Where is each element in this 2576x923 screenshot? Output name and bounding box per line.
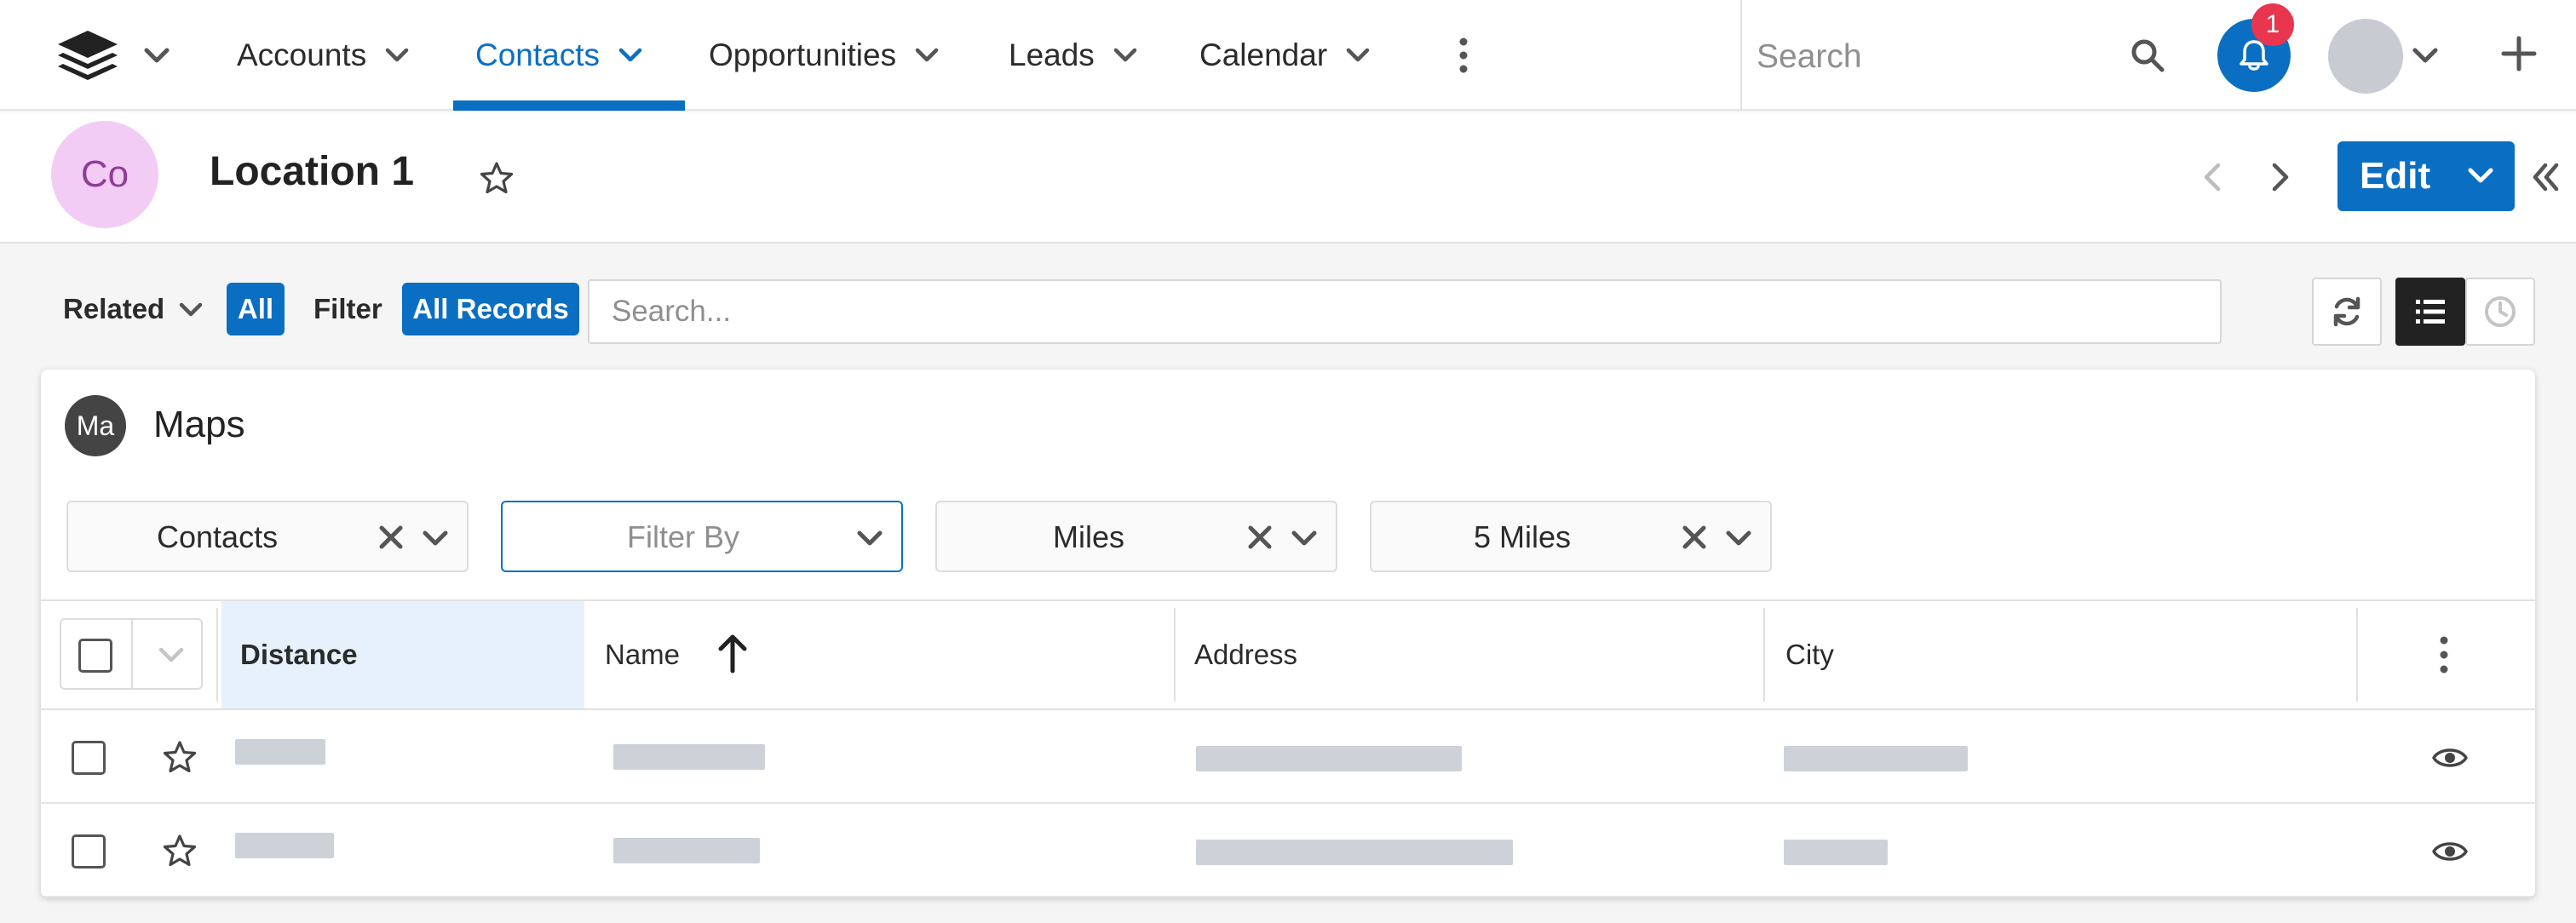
card-title: Maps: [153, 404, 245, 445]
record-header: Co Location 1 Edit: [0, 112, 2576, 244]
nav-item-label: Calendar: [1199, 37, 1328, 72]
notification-count-badge: 1: [2251, 3, 2294, 46]
user-avatar[interactable]: [2328, 19, 2403, 94]
double-chevron-left-icon[interactable]: [2530, 158, 2561, 196]
select-placeholder: Filter By: [627, 519, 740, 554]
filter-label: Filter: [313, 293, 382, 324]
table-header: Distance Name Address City: [41, 599, 2535, 710]
card-avatar: Ma: [65, 395, 126, 456]
select-value: 5 Miles: [1474, 519, 1572, 554]
list-icon: [2416, 300, 2445, 324]
column-separator: [216, 608, 218, 702]
nav-item-label: Contacts: [475, 37, 601, 72]
nav-item-calendar[interactable]: Calendar: [1199, 0, 1371, 111]
chevron-down-icon[interactable]: [1290, 525, 1319, 552]
radius-select[interactable]: 5 Miles: [1370, 501, 1772, 572]
clock-icon: [2485, 296, 2516, 327]
select-value: Contacts: [157, 519, 279, 554]
nav-item-label: Opportunities: [709, 37, 897, 72]
chevron-down-icon[interactable]: [1724, 525, 1753, 552]
chevron-down-icon[interactable]: [177, 298, 204, 322]
nav-item-contacts[interactable]: Contacts: [475, 0, 644, 111]
star-icon[interactable]: [162, 739, 198, 775]
city-placeholder: [1784, 840, 1888, 865]
name-placeholder: [613, 838, 760, 863]
distance-unit-select[interactable]: Miles: [935, 501, 1337, 572]
records-search-input[interactable]: [588, 279, 2222, 344]
nav-item-label: Accounts: [237, 37, 367, 72]
column-separator: [2356, 608, 2358, 702]
select-value: Miles: [1053, 519, 1125, 554]
column-header-label: City: [1785, 639, 1834, 670]
filter-all-records-pill[interactable]: All Records: [402, 283, 579, 335]
stacked-layers-icon[interactable]: [56, 29, 119, 85]
divider: [131, 620, 133, 688]
table-row[interactable]: [41, 710, 2535, 804]
refresh-button[interactable]: [2312, 278, 2382, 346]
record-title: Location 1: [210, 149, 415, 194]
top-navbar: Accounts Contacts Opportunities Leads Ca…: [0, 0, 2576, 111]
table-row[interactable]: [41, 804, 2535, 897]
chevron-down-icon[interactable]: [157, 642, 186, 668]
chevron-down-icon[interactable]: [421, 525, 450, 552]
edit-button-label: Edit: [2360, 155, 2431, 197]
maps-card: Ma Maps Contacts Filter By Miles 5 Miles…: [41, 370, 2535, 897]
star-icon[interactable]: [479, 160, 515, 196]
column-header-label: Name: [605, 639, 681, 670]
clear-icon[interactable]: [1680, 523, 1709, 552]
search-icon[interactable]: [2130, 37, 2165, 73]
column-header-address[interactable]: Address: [1176, 601, 1763, 708]
column-header-label: Distance: [240, 639, 358, 670]
edit-button[interactable]: Edit: [2337, 141, 2515, 211]
timeline-view-button[interactable]: [2465, 278, 2535, 346]
chevron-down-icon[interactable]: [2411, 43, 2440, 68]
global-search-input[interactable]: [1757, 34, 2114, 80]
record-type-select[interactable]: Contacts: [66, 501, 469, 572]
row-checkbox[interactable]: [72, 834, 106, 869]
eye-icon[interactable]: [2431, 742, 2469, 773]
refresh-icon: [2333, 296, 2360, 327]
chevron-down-icon: [1346, 48, 1370, 62]
related-dropdown[interactable]: Related: [63, 293, 164, 325]
distance-placeholder: [235, 833, 334, 858]
nav-item-leads[interactable]: Leads: [1009, 0, 1139, 111]
nav-item-accounts[interactable]: Accounts: [237, 0, 411, 111]
address-placeholder: [1196, 746, 1462, 771]
nav-item-opportunities[interactable]: Opportunities: [709, 0, 940, 111]
chevron-down-icon[interactable]: [141, 43, 172, 68]
distance-placeholder: [235, 739, 325, 765]
chevron-down-icon[interactable]: [855, 525, 884, 552]
name-placeholder: [613, 744, 765, 770]
active-tab-indicator: [453, 100, 685, 111]
column-header-label: Address: [1194, 639, 1298, 670]
filter-by-select[interactable]: Filter By: [501, 501, 903, 572]
column-header-city[interactable]: City: [1765, 601, 2353, 708]
select-all-checkbox[interactable]: [78, 639, 112, 673]
related-all-pill[interactable]: All: [227, 283, 285, 335]
city-placeholder: [1784, 746, 1968, 771]
more-vertical-icon[interactable]: [1448, 34, 1479, 77]
chevron-left-icon[interactable]: [2198, 160, 2227, 194]
row-checkbox[interactable]: [72, 741, 106, 775]
eye-icon[interactable]: [2431, 836, 2469, 867]
plus-icon[interactable]: [2499, 34, 2539, 73]
clear-icon[interactable]: [377, 523, 405, 552]
chevron-down-icon: [915, 48, 939, 62]
star-icon[interactable]: [162, 833, 198, 869]
column-header-distance[interactable]: Distance: [221, 601, 747, 708]
address-placeholder: [1196, 840, 1513, 865]
chevron-right-icon[interactable]: [2266, 160, 2295, 194]
list-view-button[interactable]: [2395, 278, 2465, 346]
bulk-select-control[interactable]: [60, 618, 203, 690]
chevron-down-icon: [618, 48, 642, 62]
chevron-down-icon: [1113, 48, 1137, 62]
chevron-down-icon: [385, 48, 409, 62]
chevron-down-icon[interactable]: [2465, 162, 2496, 191]
clear-icon[interactable]: [1245, 523, 1274, 552]
divider: [1740, 0, 1742, 111]
column-header-name[interactable]: Name: [586, 601, 1174, 708]
more-vertical-icon[interactable]: [2431, 632, 2457, 678]
record-avatar: Co: [51, 121, 158, 228]
nav-item-label: Leads: [1009, 37, 1095, 72]
